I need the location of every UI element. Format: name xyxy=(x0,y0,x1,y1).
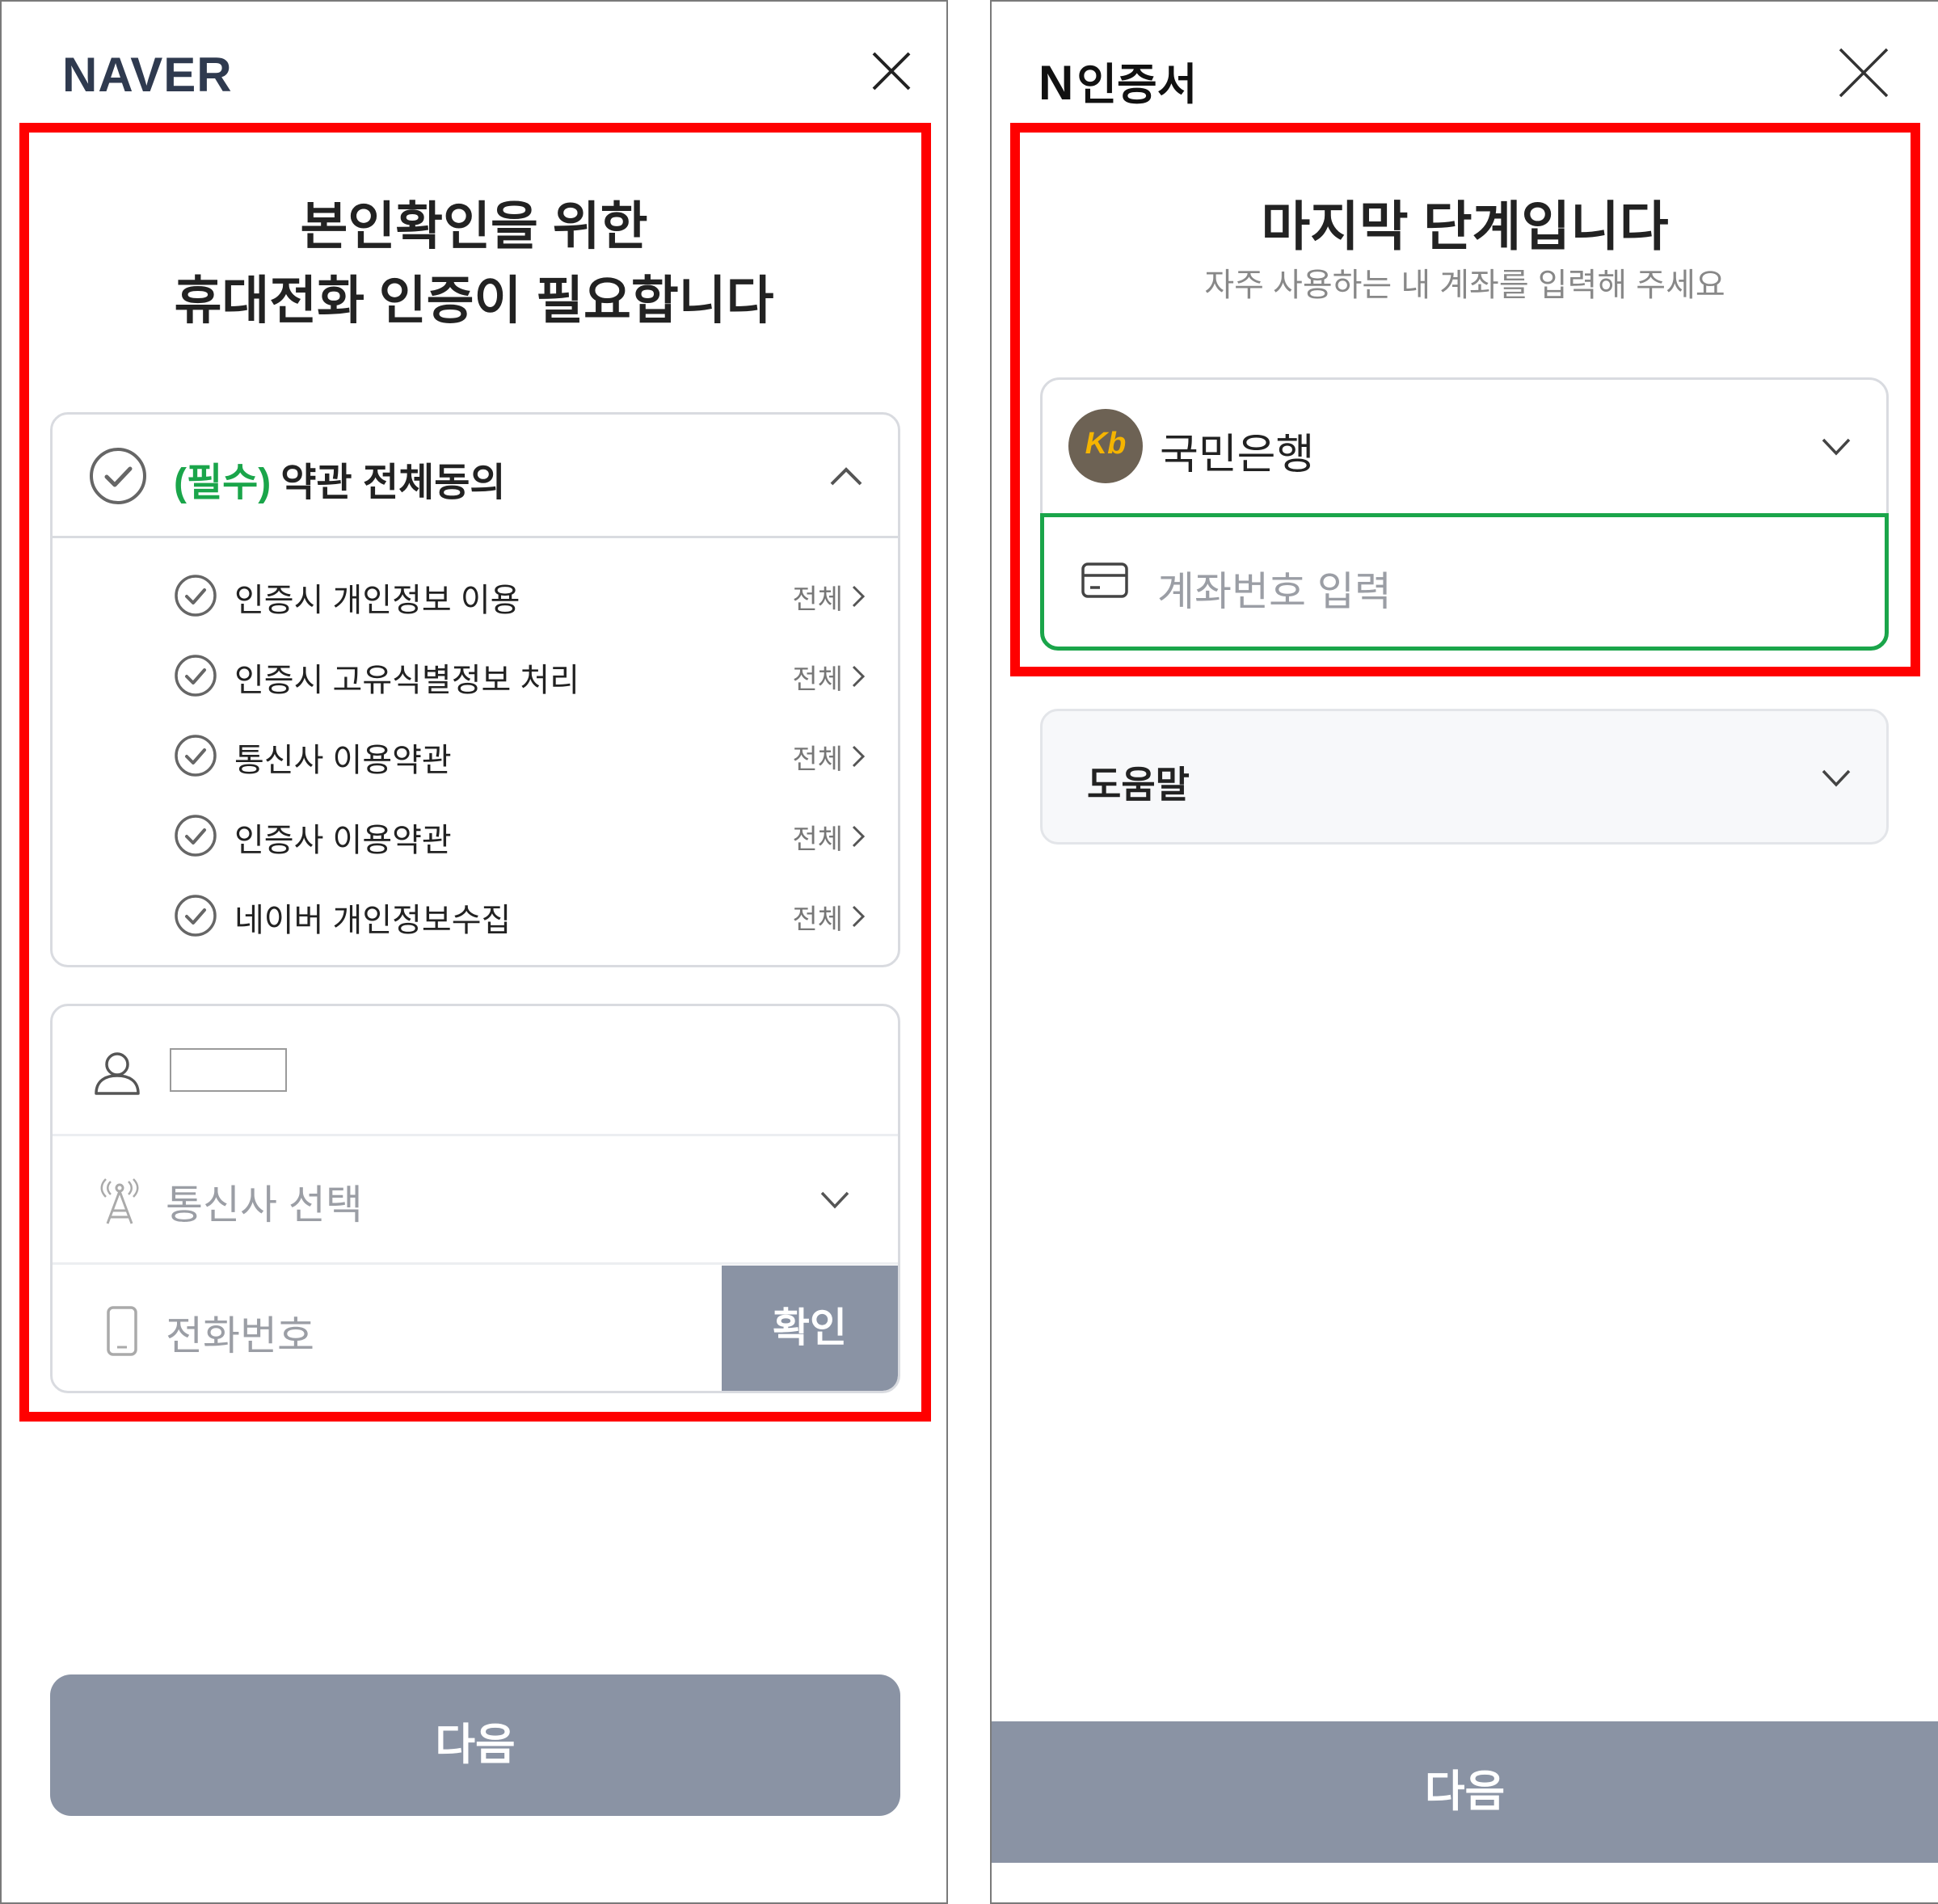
confirm-button[interactable]: 확인 xyxy=(722,1266,898,1391)
page-title: 마지막 단계입니다 xyxy=(1261,196,1669,256)
page-title-line2: 휴대전화 인증이 필요합니다 xyxy=(174,272,774,330)
next-button[interactable]: 다음 xyxy=(992,1721,1938,1863)
certificate-brand-text: 인증서 xyxy=(1076,61,1198,109)
antenna-icon xyxy=(100,1178,139,1224)
card-icon xyxy=(1081,562,1128,598)
term-label: 인증사 이용약관 xyxy=(234,823,452,858)
page-title-line1: 본인확인을 위한 xyxy=(300,197,648,255)
chevron-down-icon xyxy=(1822,769,1851,787)
term-row[interactable]: 인증사 이용약관 전체 xyxy=(53,802,898,867)
naver-logo: NAVER xyxy=(62,48,233,102)
person-icon xyxy=(95,1052,140,1095)
term-view-all-link[interactable]: 전체 xyxy=(792,657,866,697)
check-circle-icon[interactable] xyxy=(174,574,217,617)
term-label: 인증시 개인정보 이용 xyxy=(234,583,520,618)
chevron-right-icon xyxy=(852,585,866,608)
certificate-panel: N인증서 마지막 단계입니다 자주 사용하는 내 계좌를 입력해 주세요 Kb … xyxy=(990,0,1938,1904)
close-button[interactable] xyxy=(1838,47,1890,99)
term-label: 통신사 이용약관 xyxy=(234,743,452,778)
bank-logo: Kb xyxy=(1068,409,1143,483)
check-circle-icon[interactable] xyxy=(174,894,217,937)
term-row[interactable]: 네이버 개인정보수집 전체 xyxy=(53,882,898,947)
page-subtitle: 자주 사용하는 내 계좌를 입력해 주세요 xyxy=(1204,267,1725,303)
close-icon xyxy=(872,52,911,91)
account-number-placeholder: 계좌번호 입력 xyxy=(1157,569,1392,614)
chevron-down-icon xyxy=(1822,438,1851,456)
agree-all-text: 약관 전체동의 xyxy=(280,461,506,504)
account-number-field[interactable]: 계좌번호 입력 xyxy=(1040,513,1889,651)
term-label: 네이버 개인정보수집 xyxy=(234,903,512,938)
help-label: 도움말 xyxy=(1087,764,1190,806)
check-circle-icon[interactable] xyxy=(89,447,147,505)
term-link-text: 전체 xyxy=(792,584,843,615)
term-label: 인증시 고유식별정보 처리 xyxy=(234,663,580,698)
term-row[interactable]: 인증시 개인정보 이용 전체 xyxy=(53,562,898,627)
agree-all-label: (필수) 약관 전체동의 xyxy=(174,450,506,507)
term-view-all-link[interactable]: 전체 xyxy=(792,897,866,937)
chevron-up-icon[interactable] xyxy=(828,465,864,487)
name-field[interactable] xyxy=(170,1048,287,1092)
term-view-all-link[interactable]: 전체 xyxy=(792,737,866,777)
term-link-text: 전체 xyxy=(792,824,843,855)
bank-logo-text: Kb xyxy=(1085,427,1127,461)
carrier-select[interactable]: 통신사 선택 xyxy=(53,1136,898,1262)
check-circle-icon[interactable] xyxy=(174,734,217,777)
close-icon xyxy=(1839,48,1889,98)
bank-account-box: Kb 국민은행 계좌번호 입력 xyxy=(1040,377,1889,651)
bank-name: 국민은행 xyxy=(1160,432,1315,478)
term-view-all-link[interactable]: 전체 xyxy=(792,577,866,617)
required-tag: (필수) xyxy=(174,461,272,504)
chevron-right-icon xyxy=(852,825,866,848)
name-row xyxy=(53,1006,898,1134)
term-row[interactable]: 인증시 고유식별정보 처리 전체 xyxy=(53,642,898,707)
chevron-right-icon xyxy=(852,665,866,688)
naver-verification-panel: NAVER 본인확인을 위한 휴대전화 인증이 필요합니다 (필수) 약관 전체동… xyxy=(0,0,948,1904)
carrier-placeholder: 통신사 선택 xyxy=(166,1182,363,1228)
phone-icon xyxy=(107,1306,137,1356)
help-accordion[interactable]: 도움말 xyxy=(1040,709,1889,845)
bank-select[interactable]: Kb 국민은행 xyxy=(1043,380,1886,513)
term-view-all-link[interactable]: 전체 xyxy=(792,817,866,857)
close-button[interactable] xyxy=(870,50,912,92)
n-logo: N xyxy=(1039,56,1074,110)
agree-all-row[interactable]: (필수) 약관 전체동의 xyxy=(53,415,898,538)
chevron-right-icon xyxy=(852,905,866,928)
check-circle-icon[interactable] xyxy=(174,654,217,697)
phone-form-box: 통신사 선택 전화번호 확인 xyxy=(50,1004,900,1393)
phone-input[interactable]: 전화번호 xyxy=(166,1304,314,1362)
certificate-logo: N인증서 xyxy=(1039,48,1197,112)
chevron-down-icon xyxy=(820,1191,849,1209)
term-link-text: 전체 xyxy=(792,664,843,695)
check-circle-icon[interactable] xyxy=(174,814,217,857)
term-row[interactable]: 통신사 이용약관 전체 xyxy=(53,722,898,787)
term-link-text: 전체 xyxy=(792,904,843,935)
next-button[interactable]: 다음 xyxy=(50,1674,900,1816)
chevron-right-icon xyxy=(852,745,866,768)
term-link-text: 전체 xyxy=(792,744,843,775)
terms-box: (필수) 약관 전체동의 인증시 개인정보 이용 전체 인증시 고유식별정보 처리… xyxy=(50,412,900,967)
